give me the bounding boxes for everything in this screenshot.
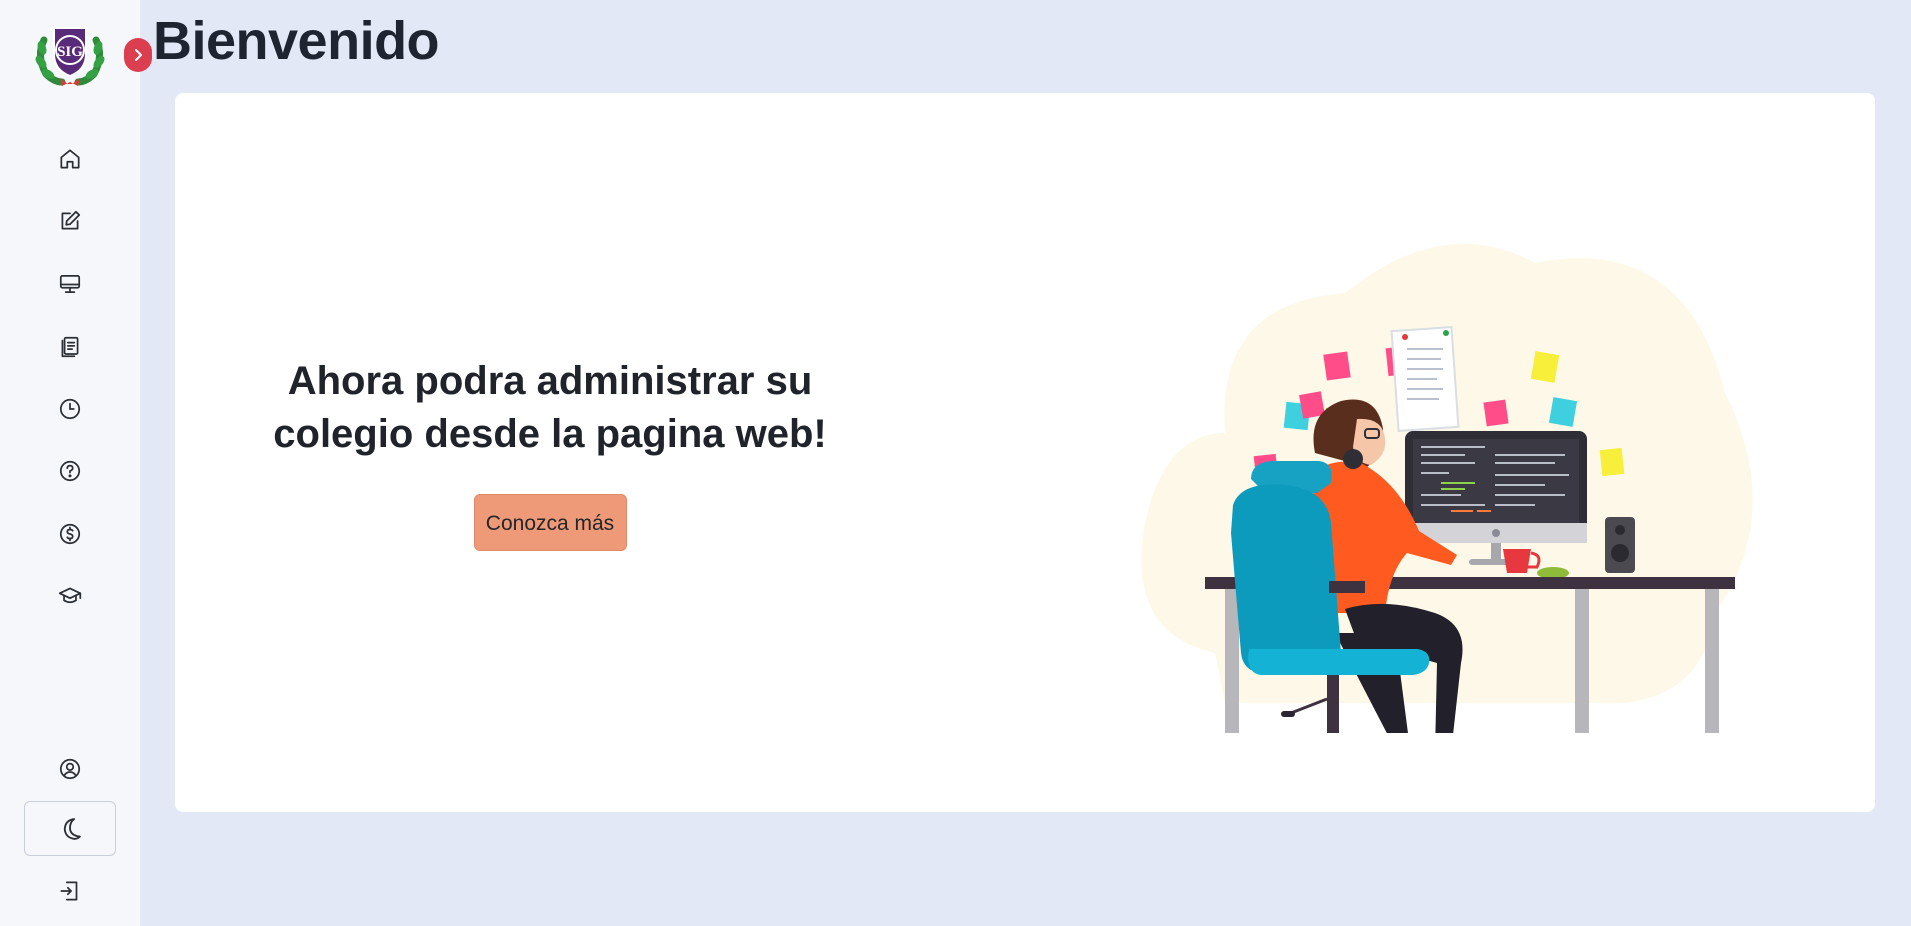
hero-heading: Ahora podra administrar su colegio desde…	[273, 359, 827, 456]
user-circle-icon	[59, 758, 81, 780]
sidebar-item-logout[interactable]	[52, 873, 88, 909]
chevron-right-icon	[135, 49, 142, 61]
sidebar-item-help[interactable]	[52, 453, 88, 489]
learn-more-button[interactable]: Conozca más	[473, 494, 627, 551]
logout-icon	[60, 881, 78, 901]
sidebar-item-edit[interactable]	[52, 203, 88, 239]
sidebar-item-payments[interactable]	[52, 516, 88, 552]
sidebar-item-home[interactable]	[52, 141, 88, 177]
sidebar-item-profile[interactable]	[52, 751, 88, 787]
sidebar-item-monitor[interactable]	[52, 266, 88, 302]
logo-text: SIG	[57, 44, 83, 60]
edit-icon	[61, 210, 81, 230]
page-title: Bienvenido	[153, 11, 440, 71]
sidebar-item-courses[interactable]	[52, 578, 88, 614]
clipboard-icon	[61, 336, 79, 358]
welcome-card: Ahora podra administrar su colegio desde…	[175, 93, 1875, 812]
home-icon	[60, 149, 80, 169]
graduation-cap-icon	[58, 587, 82, 604]
dollar-circle-icon	[59, 523, 81, 545]
hero-section: Ahora podra administrar su colegio desde…	[235, 355, 865, 551]
sidebar-item-clipboard[interactable]	[52, 329, 88, 365]
help-circle-icon	[59, 460, 81, 482]
theme-toggle-button[interactable]	[24, 801, 116, 856]
school-logo[interactable]: SIG	[32, 20, 108, 88]
sidebar-toggle-button[interactable]	[124, 38, 152, 72]
sidebar: SIG	[0, 0, 152, 926]
person-working-at-computer-illustration	[1065, 193, 1765, 805]
moon-icon	[63, 817, 81, 840]
monitor-icon	[59, 275, 81, 293]
clock-icon	[59, 398, 81, 420]
sidebar-item-history[interactable]	[52, 391, 88, 427]
